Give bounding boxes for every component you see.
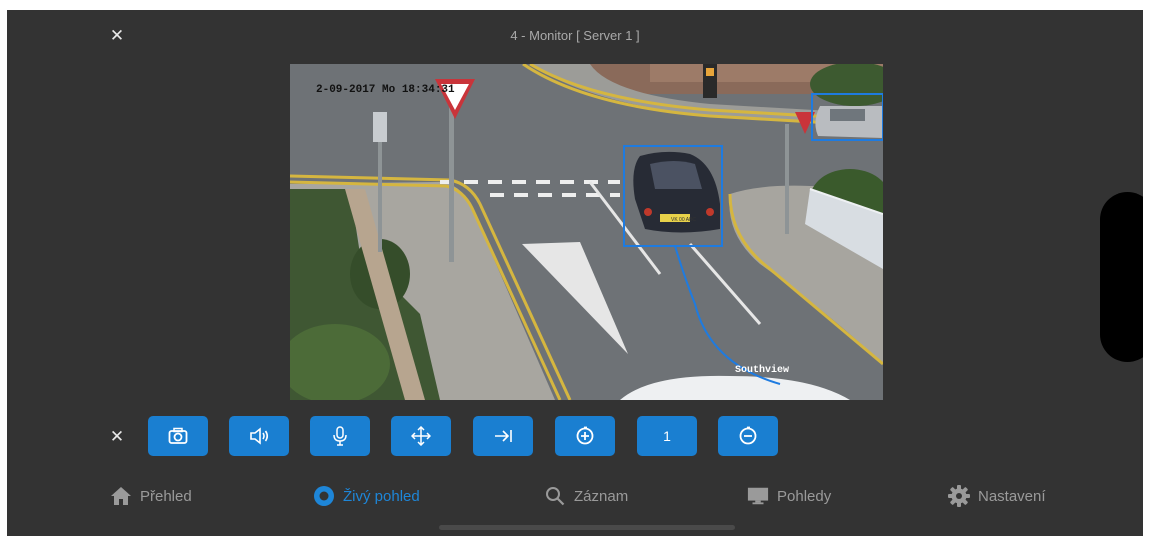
ptz-move-button[interactable] (391, 416, 451, 456)
microphone-button[interactable] (310, 416, 370, 456)
toolbar-close-icon[interactable]: ✕ (107, 427, 127, 447)
snapshot-button[interactable] (148, 416, 208, 456)
camera-video-feed[interactable]: 2-09-2017 Mo 18:34:31 Southview VK 00 AB… (290, 64, 883, 400)
go-to-end-button[interactable] (473, 416, 533, 456)
nav-label: Živý pohled (343, 487, 420, 505)
camera-scene: 2-09-2017 Mo 18:34:31 Southview VK 00 AB… (290, 64, 883, 400)
nav-item-prehled[interactable]: Přehled (110, 484, 192, 508)
preset-number: 1 (663, 428, 671, 444)
microphone-icon (333, 426, 347, 446)
nav-label: Záznam (574, 487, 629, 505)
nav-label: Přehled (140, 487, 192, 505)
audio-button[interactable] (229, 416, 289, 456)
speaker-icon (250, 427, 269, 445)
home-indicator (439, 525, 735, 530)
nav-item-zaznam[interactable]: Záznam (544, 484, 628, 508)
app-frame: ✕ 4 - Monitor [ Server 1 ] 2-09-2017 Mo … (7, 10, 1143, 536)
zoom-out-icon (739, 426, 757, 445)
nav-item-pohledy[interactable]: Pohledy (747, 484, 831, 508)
video-caption: Southview (735, 364, 789, 376)
license-plate: VK 00 ABC (671, 217, 696, 223)
monitor-icon (747, 485, 769, 507)
window-title: 4 - Monitor [ Server 1 ] (510, 28, 640, 43)
nav-item-nastaveni[interactable]: Nastavení (948, 484, 1046, 508)
live-icon (313, 485, 335, 507)
arrow-to-end-icon (495, 430, 512, 442)
search-icon (544, 485, 566, 507)
zoom-in-button[interactable] (555, 416, 615, 456)
nav-item-zivy-pohled[interactable]: Živý pohled (313, 484, 420, 508)
preset-button[interactable]: 1 (637, 416, 697, 456)
video-timestamp: 2-09-2017 Mo 18:34:31 (316, 84, 455, 96)
zoom-in-icon (576, 426, 594, 445)
nav-label: Nastavení (978, 487, 1046, 505)
camera-icon (168, 427, 188, 444)
zoom-out-button[interactable] (718, 416, 778, 456)
move-arrows-icon (411, 426, 431, 446)
nav-label: Pohledy (777, 487, 832, 505)
gear-icon (948, 485, 970, 507)
home-icon (110, 485, 132, 507)
side-handle[interactable] (1100, 192, 1143, 362)
